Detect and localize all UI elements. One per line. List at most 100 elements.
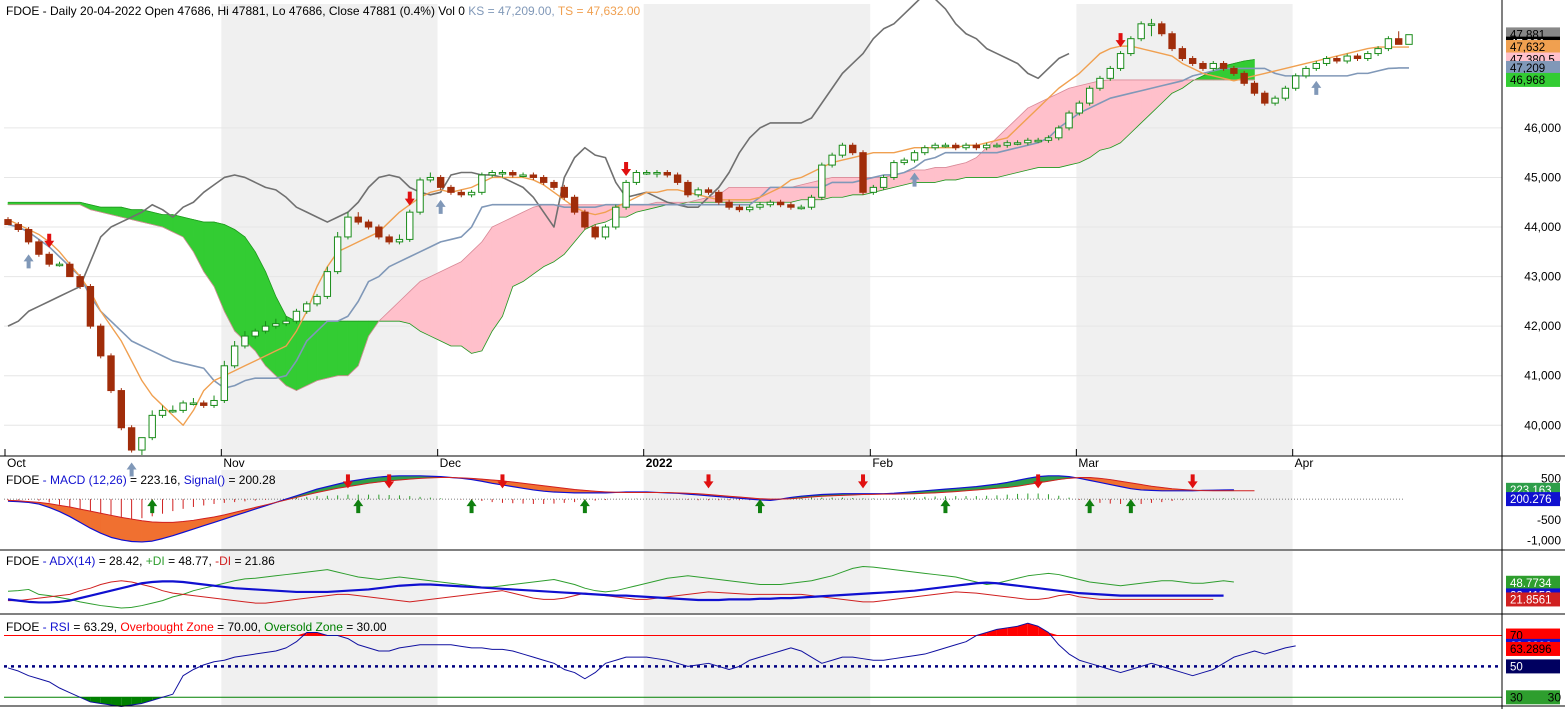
candle-body — [117, 390, 126, 429]
candle-body — [766, 201, 775, 206]
plus-di-name: +DI — [146, 554, 165, 568]
candle-body — [591, 226, 599, 238]
ichimoku-cloud — [440, 266, 452, 347]
candle-body — [282, 320, 290, 325]
month-label: Mar — [1078, 456, 1099, 470]
candle-body — [519, 174, 527, 177]
month-label: Nov — [223, 456, 244, 470]
rsi-name: - RSI — [39, 620, 70, 634]
ichimoku-cloud — [481, 226, 493, 352]
candle-body — [1250, 82, 1259, 94]
candle-body — [570, 196, 579, 213]
candle-body — [323, 271, 332, 297]
month-band — [1292, 4, 1502, 455]
candle-body — [35, 241, 43, 255]
candle-body — [426, 176, 435, 181]
macd-symbol: FDOE — [6, 473, 39, 487]
candle-body — [1075, 102, 1084, 114]
candle-body — [910, 152, 919, 161]
candle-body — [776, 201, 785, 206]
candle-body — [1209, 62, 1217, 69]
candle-body — [818, 164, 826, 198]
candle-body — [1044, 137, 1053, 141]
candle-body — [1147, 23, 1156, 26]
candle-body — [1178, 48, 1187, 60]
macd-fill — [131, 518, 143, 543]
candle-body — [436, 176, 445, 188]
adx-value-tag: 21.8561 — [1510, 594, 1552, 606]
candle-body — [107, 355, 115, 392]
macd-tick-label: -1,000 — [1527, 534, 1561, 548]
candle-body — [86, 285, 95, 327]
candle-body — [1353, 55, 1362, 60]
candle-body — [1003, 142, 1011, 146]
price-tick-label: 44,000 — [1524, 220, 1561, 234]
candle-body — [313, 295, 321, 305]
minus-di-name: -DI — [215, 554, 231, 568]
macd-name: - MACD (12,26) — [39, 473, 126, 487]
candle-body — [787, 204, 795, 208]
candle-body — [1096, 77, 1104, 89]
candle-body — [24, 229, 33, 243]
month-band — [643, 551, 871, 613]
candle-body — [715, 191, 723, 203]
month-band — [221, 4, 438, 455]
overbought-name: Overbought Zone — [120, 620, 214, 634]
ichimoku-cloud — [460, 251, 472, 354]
macd-fill — [151, 521, 163, 542]
candle-body — [1024, 139, 1032, 144]
candle-body — [694, 189, 702, 196]
month-label: Oct — [7, 456, 26, 470]
candle-body — [272, 323, 280, 327]
candle-body — [478, 174, 486, 193]
adx-value-tag: 48.7734 — [1510, 578, 1552, 590]
candle-body — [746, 206, 754, 211]
candle-body — [725, 201, 733, 208]
candle-body — [828, 154, 836, 166]
candle-body — [1106, 67, 1114, 79]
adx-value: = 28.42, — [95, 554, 145, 568]
candle-body — [1364, 53, 1372, 60]
price-value-tag: 47,632 — [1510, 42, 1545, 54]
candle-body — [1291, 75, 1300, 89]
candle-body — [735, 206, 744, 211]
month-band — [870, 551, 1077, 613]
overbought-value: = 70.00, — [214, 620, 264, 634]
candle-body — [900, 159, 908, 164]
ichimoku-cloud — [285, 315, 297, 392]
ichimoku-chart: 40,000 41,000 42,000 43,000 44,000 45,000 46,0… — [0, 0, 1565, 709]
adx-name: - ADX(14) — [39, 554, 95, 568]
candle-body — [704, 189, 713, 193]
rsi-value-tag: 63.2896 — [1510, 644, 1552, 656]
ichimoku-cloud — [234, 228, 246, 342]
candle-body — [1261, 92, 1269, 104]
candle-body — [416, 179, 424, 213]
candle-body — [200, 402, 208, 406]
candle-body — [230, 345, 239, 367]
candle-body — [261, 325, 270, 332]
candle-body — [684, 181, 692, 196]
rsi-tick-label: 30 — [1548, 690, 1562, 704]
candle-body — [807, 196, 816, 208]
candle-body — [55, 263, 64, 267]
candle-body — [879, 176, 888, 188]
ichimoku-cloud — [955, 162, 967, 181]
candle-body — [838, 144, 847, 156]
ichimoku-cloud — [306, 320, 318, 387]
candle-body — [931, 144, 939, 149]
price-tick-label: 43,000 — [1524, 270, 1561, 284]
ichimoku-cloud — [831, 177, 843, 198]
candle-body — [1034, 139, 1042, 143]
candle-body — [1116, 53, 1125, 69]
candle-body — [560, 186, 568, 198]
candle-body — [673, 174, 682, 183]
candle-body — [1374, 48, 1382, 55]
ichimoku-cloud — [296, 320, 308, 392]
price-value-tag: 46,968 — [1510, 75, 1545, 87]
candle-body — [1219, 62, 1228, 69]
ichimoku-cloud — [533, 204, 544, 275]
ichimoku-cloud — [553, 204, 565, 263]
ichimoku-cloud — [780, 187, 792, 203]
ichimoku-cloud — [1037, 97, 1049, 168]
candle-body — [1199, 62, 1207, 69]
